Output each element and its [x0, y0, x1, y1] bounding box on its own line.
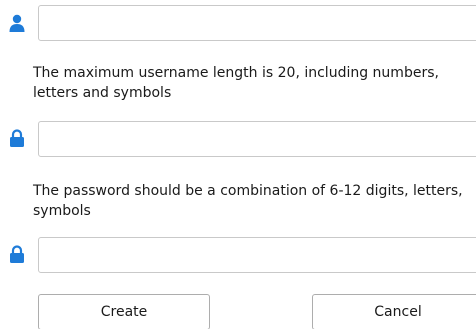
lock-icon [9, 129, 25, 147]
confirm-password-input[interactable] [38, 237, 476, 273]
lock-icon [9, 245, 25, 263]
username-input[interactable] [38, 5, 476, 41]
username-hint: The maximum username length is 20, inclu… [33, 65, 439, 101]
create-account-form: The maximum username length is 20, inclu… [0, 0, 476, 329]
password-input[interactable] [38, 121, 476, 157]
user-icon [9, 14, 25, 32]
create-button[interactable]: Create [38, 294, 210, 329]
password-hint: The password should be a combination of … [33, 183, 463, 219]
cancel-button[interactable]: Cancel [312, 294, 476, 329]
